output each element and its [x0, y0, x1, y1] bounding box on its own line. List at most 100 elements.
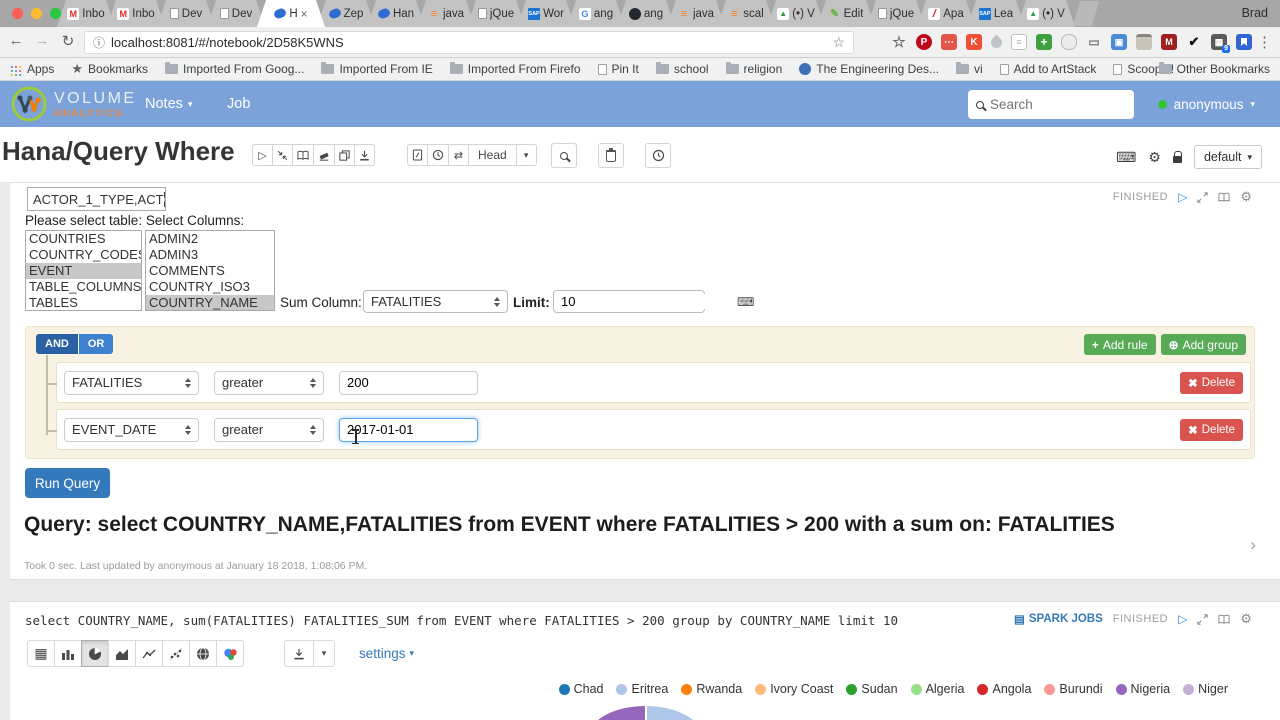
calendar-9-icon[interactable] — [1211, 34, 1231, 53]
bar-chart-button[interactable] — [54, 640, 82, 667]
table-listbox[interactable]: COUNTRIES COUNTRY_CODES EVENT TABLE_COLUMNS… — [25, 230, 142, 311]
browser-tab[interactable]: Dev — [157, 0, 215, 27]
code-file-button[interactable] — [407, 144, 428, 166]
note-title[interactable]: Hana/Query Where — [2, 136, 235, 167]
run-paragraph-button[interactable]: ▷ — [1178, 612, 1187, 626]
show-code-button[interactable] — [292, 144, 314, 166]
expand-paragraph-button[interactable] — [1197, 613, 1209, 625]
table-option[interactable]: TABLES — [26, 295, 141, 310]
run-all-button[interactable]: ▷ — [252, 144, 273, 166]
paragraph-gear-icon[interactable]: ⚙ — [1240, 189, 1252, 205]
case-icon[interactable] — [1136, 34, 1152, 50]
run-paragraph-button[interactable]: ▷ — [1178, 190, 1187, 204]
map-chart-button[interactable] — [216, 640, 244, 667]
legend-item[interactable]: Algeria — [910, 682, 964, 696]
show-editor-button[interactable] — [1218, 614, 1230, 625]
keyboard-shortcuts-icon[interactable]: ⌨ — [1116, 149, 1136, 166]
gear-icon[interactable]: ⚙ — [1148, 149, 1161, 166]
browser-tab[interactable]: Edit — [817, 0, 875, 27]
browser-tab[interactable]: (•) V — [767, 0, 825, 27]
browser-tab[interactable]: Wor — [517, 0, 575, 27]
add-rule-button[interactable]: + Add rule — [1083, 334, 1156, 355]
browser-tab[interactable]: Inbo — [57, 0, 115, 27]
oval-icon[interactable] — [1061, 34, 1077, 50]
table-option[interactable]: TABLE_COLUMNS — [26, 279, 141, 295]
dots-red-icon[interactable] — [941, 34, 957, 50]
other-bookmarks[interactable]: Other Bookmarks — [1158, 62, 1270, 76]
legend-item[interactable]: Angola — [977, 682, 1031, 696]
area-chart-button[interactable] — [108, 640, 136, 667]
plus-icon[interactable] — [1036, 34, 1052, 50]
download-options-button[interactable]: ▾ — [313, 640, 335, 667]
bookmark-item[interactable]: Imported From Goog... — [165, 62, 304, 76]
star-icon[interactable] — [891, 34, 907, 50]
run-query-button[interactable]: Run Query — [25, 468, 110, 498]
menu-job[interactable]: Job — [227, 81, 250, 127]
legend-item[interactable]: Burundi — [1044, 682, 1103, 696]
table-option[interactable]: EVENT — [26, 263, 141, 279]
sum-column-select[interactable]: FATALITIES — [363, 290, 508, 313]
compare-revisions-button[interactable]: ⇄ — [448, 144, 469, 166]
bookmark-item[interactable]: Add to ArtStack — [999, 62, 1096, 76]
browser-tab[interactable]: Apa — [917, 0, 975, 27]
search-box[interactable] — [968, 90, 1134, 119]
pie-slice-left[interactable] — [588, 706, 647, 720]
browser-tab[interactable]: Han — [367, 0, 425, 27]
or-button[interactable]: OR — [78, 334, 114, 354]
notes-icon[interactable] — [1011, 34, 1027, 50]
reload-button[interactable]: ↻ — [58, 32, 78, 50]
column-option[interactable]: COUNTRY_NAME — [146, 295, 274, 310]
export-note-button[interactable] — [354, 144, 375, 166]
bookmark-blue-icon[interactable] — [1236, 34, 1252, 50]
bookmark-item[interactable]: Bookmarks — [71, 61, 148, 77]
search-code-button[interactable] — [551, 143, 577, 168]
pipe-icon[interactable] — [1186, 34, 1202, 50]
show-editor-button[interactable] — [1218, 192, 1230, 203]
collapse-button[interactable] — [272, 144, 293, 166]
spark-jobs-link[interactable]: ▤ SPARK JOBS — [1014, 612, 1103, 626]
pinterest-icon[interactable] — [916, 34, 932, 50]
column-listbox[interactable]: ADMIN2 ADMIN3 COMMENTS COUNTRY_ISO3 COUNTRY_… — [145, 230, 275, 311]
bookmark-item[interactable]: Imported From Firefo — [449, 62, 581, 76]
address-bar[interactable]: ⓘ localhost:8081/#/notebook/2D58K5WNS ☆ — [84, 31, 854, 54]
line-chart-button[interactable] — [135, 640, 163, 667]
paragraph-gear-icon[interactable]: ⚙ — [1240, 611, 1252, 627]
pie-chart-top[interactable] — [588, 706, 703, 720]
browser-tab[interactable]: scal — [717, 0, 775, 27]
browser-menu-icon[interactable]: ⋮ — [1257, 33, 1272, 51]
clone-note-button[interactable] — [334, 144, 355, 166]
table-view-button[interactable]: ▦ — [27, 640, 55, 667]
paragraph-expand-chevron[interactable]: › — [1250, 535, 1256, 555]
expand-paragraph-button[interactable] — [1197, 191, 1209, 203]
cast-icon[interactable] — [1086, 34, 1102, 50]
drop-icon[interactable] — [988, 34, 1005, 50]
keyboard-icon[interactable]: ⌨ — [737, 295, 754, 309]
scheduler-button[interactable] — [645, 143, 671, 168]
bookmark-item[interactable]: religion — [725, 62, 782, 76]
bookmark-item[interactable]: school — [655, 62, 709, 76]
globe-chart-button[interactable] — [189, 640, 217, 667]
column-option[interactable]: ADMIN3 — [146, 247, 274, 263]
browser-tab[interactable]: jQue — [467, 0, 525, 27]
browser-tab[interactable]: Dev — [207, 0, 265, 27]
browser-tab[interactable]: java — [667, 0, 725, 27]
bookmark-item[interactable]: Apps — [10, 62, 54, 76]
pie-chart-button[interactable] — [81, 640, 109, 667]
legend-item[interactable]: Sudan — [846, 682, 898, 696]
legend-item[interactable]: Nigeria — [1115, 682, 1170, 696]
column-option[interactable]: ADMIN2 — [146, 231, 274, 247]
delete-rule-button[interactable]: ✖ Delete — [1180, 419, 1243, 441]
browser-tab[interactable]: Inbo — [107, 0, 165, 27]
rule-field-select[interactable]: EVENT_DATE — [64, 417, 199, 442]
bookmark-star-icon[interactable]: ☆ — [832, 34, 845, 51]
legend-item[interactable]: Eritrea — [616, 682, 668, 696]
legend-item[interactable]: Ivory Coast — [755, 682, 833, 696]
close-window-button[interactable] — [12, 8, 23, 19]
legend-item[interactable]: Rwanda — [681, 682, 742, 696]
scatter-chart-button[interactable] — [162, 640, 190, 667]
rule-value-input[interactable] — [339, 417, 478, 442]
rule-value-input[interactable] — [339, 370, 478, 395]
delete-rule-button[interactable]: ✖ Delete — [1180, 372, 1243, 394]
new-tab-button[interactable] — [1073, 1, 1099, 26]
maroon-m-icon[interactable] — [1161, 34, 1177, 50]
